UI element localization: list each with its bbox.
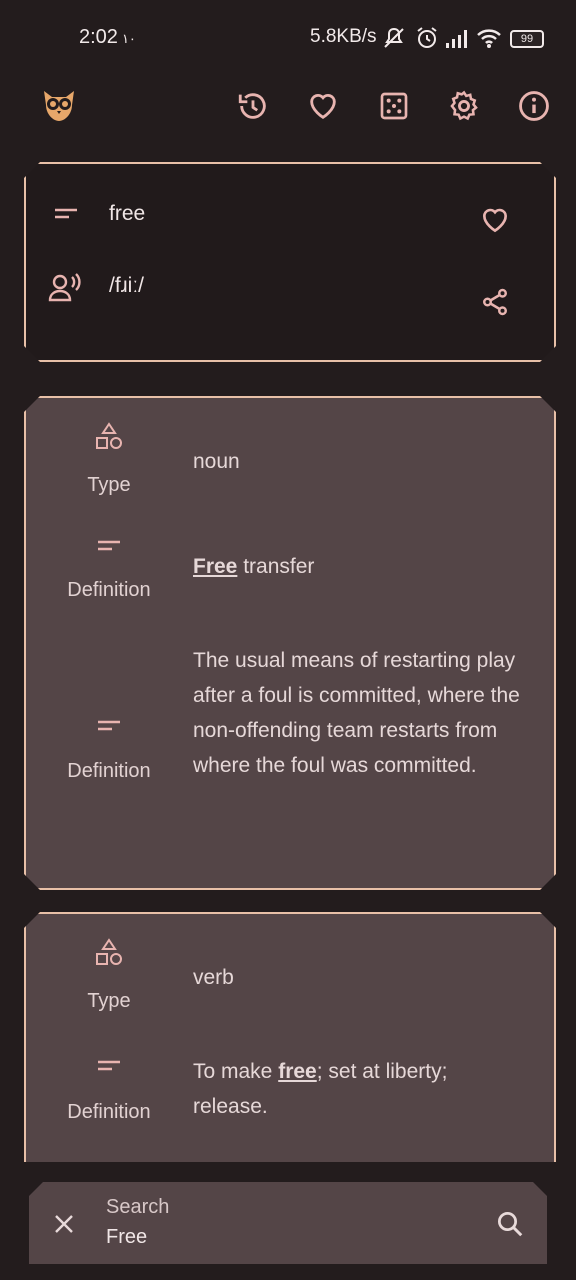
entry-card: Type noun Definition Free transfer Defin… (24, 396, 556, 890)
text-lines-icon (96, 538, 122, 554)
favorites-heart-icon[interactable] (303, 86, 343, 126)
word-card: free /fɹiː/ (24, 162, 556, 362)
type-value: noun (193, 450, 240, 473)
bottom-search-bar: Search Free (0, 1162, 576, 1280)
status-bar: 2:02 ١٠ 5.8KB/s 99 (0, 0, 576, 72)
signal-icon (446, 30, 467, 48)
definition-text: The usual means of restarting play after… (193, 649, 520, 777)
dice-icon[interactable] (374, 86, 414, 126)
definition-label: Definition (67, 1101, 151, 1123)
history-icon[interactable] (233, 86, 273, 126)
definition-label: Definition (67, 579, 151, 601)
share-icon[interactable] (480, 286, 510, 318)
definition-text: Free transfer (193, 555, 315, 578)
definition-text: To make free; set at liberty; release. (193, 1060, 448, 1118)
network-speed: 5.8KB/s (310, 26, 377, 47)
info-icon[interactable] (514, 86, 554, 126)
shapes-type-icon (94, 422, 124, 452)
search-label: Search (106, 1196, 170, 1218)
battery-icon: 99 (510, 30, 544, 48)
search-icon[interactable] (495, 1209, 525, 1239)
pronunciation-speaker-icon (48, 272, 84, 302)
owl-logo-icon (39, 86, 79, 126)
word-term: free (109, 202, 146, 225)
close-icon[interactable] (53, 1213, 75, 1235)
text-lines-icon (53, 206, 79, 222)
status-time: 2:02 ١٠ (79, 26, 136, 48)
word-pronunciation: /fɹiː/ (109, 274, 144, 297)
mute-icon (384, 27, 404, 48)
shapes-type-icon (94, 938, 124, 968)
type-label: Type (87, 990, 131, 1012)
text-lines-icon (96, 1058, 122, 1074)
definition-bold-word: free (278, 1060, 317, 1083)
definition-label: Definition (67, 760, 151, 782)
wifi-icon (477, 29, 501, 48)
app-toolbar (0, 72, 576, 150)
favorite-heart-icon[interactable] (478, 204, 512, 236)
search-box[interactable]: Search Free (29, 1182, 547, 1264)
type-value: verb (193, 966, 234, 989)
gear-icon[interactable] (444, 86, 484, 126)
text-lines-icon (96, 718, 122, 734)
alarm-icon (417, 27, 437, 48)
type-label: Type (87, 474, 131, 496)
search-input[interactable]: Free (106, 1226, 147, 1249)
definition-bold-word: Free (193, 555, 238, 578)
